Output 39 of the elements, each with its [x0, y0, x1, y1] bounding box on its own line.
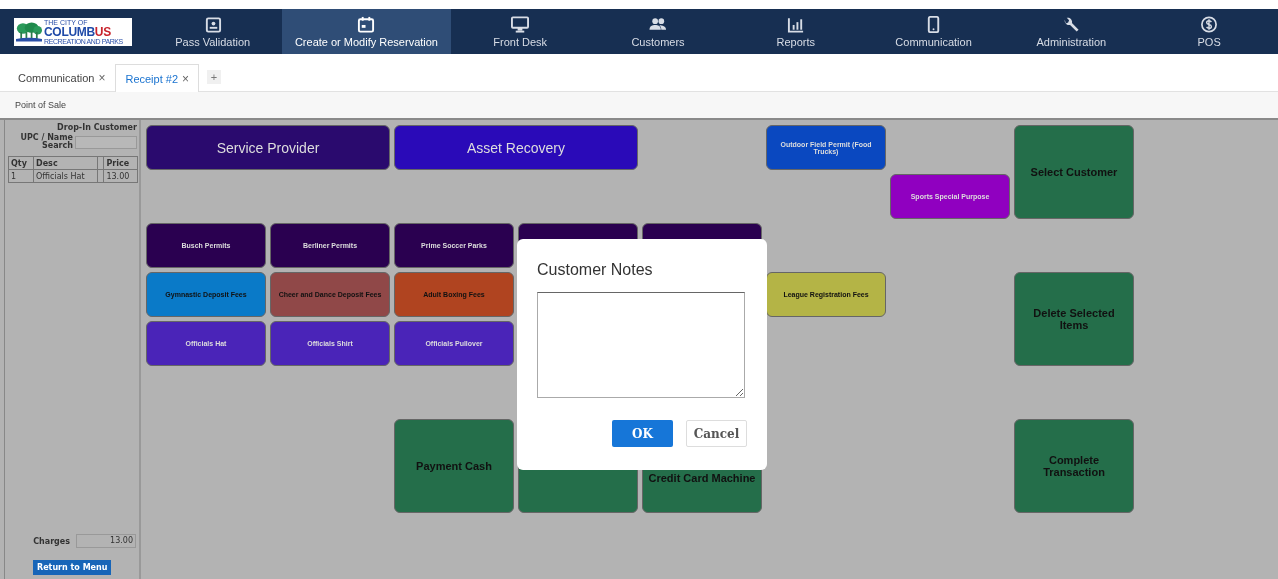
table-cell: Officials Hat [33, 169, 98, 183]
nav-item[interactable]: POS [1140, 9, 1278, 54]
wrench-icon [1062, 15, 1081, 33]
add-tab-button[interactable]: + [207, 70, 222, 84]
pos-button[interactable]: Asset Recovery [394, 125, 638, 170]
search-label: UPC / Name Search [19, 134, 73, 150]
table-cell: 1 [8, 169, 34, 183]
id-card-icon [203, 15, 222, 33]
ok-button[interactable]: OK [612, 420, 673, 447]
notes-field[interactable] [537, 292, 745, 398]
nav-item[interactable]: Reports [726, 9, 865, 54]
return-button[interactable]: Return to Menu [33, 560, 112, 575]
customer-name: Drop-In Customer [56, 122, 138, 132]
cancel-button[interactable]: Cancel [686, 420, 747, 447]
bar-chart-icon [786, 15, 805, 33]
search-field[interactable] [75, 135, 137, 149]
breadcrumb: Point of Sale [15, 100, 67, 110]
nav-item[interactable]: Pass Validation [143, 9, 282, 54]
column-header: Qty [8, 156, 34, 170]
pos-button[interactable]: Service Provider [146, 125, 390, 170]
people-icon [649, 15, 667, 33]
charges-field: 13.00 [76, 534, 136, 548]
nav-item[interactable]: Front Desk [451, 9, 590, 54]
close-icon[interactable]: × [98, 71, 106, 85]
monitor-icon [511, 15, 530, 33]
nav-item[interactable]: Create or Modify Reservation [281, 9, 452, 54]
nav-item[interactable]: Customers [589, 9, 727, 54]
tab[interactable]: Receipt #2 × [115, 64, 200, 92]
column-header: Price [103, 156, 138, 170]
table-cell: 13.00 [103, 169, 138, 183]
nav-item[interactable]: Administration [1002, 9, 1141, 54]
dollar-icon [1200, 15, 1219, 33]
close-icon[interactable]: × [182, 71, 190, 86]
calendar-icon [357, 15, 376, 33]
nav-item[interactable]: Communication [864, 9, 1003, 54]
dialog-title: Customer Notes [537, 261, 654, 279]
column-header: Desc [33, 156, 98, 170]
charges-label: Charges [33, 536, 70, 546]
tab[interactable]: Communication × [8, 64, 116, 91]
